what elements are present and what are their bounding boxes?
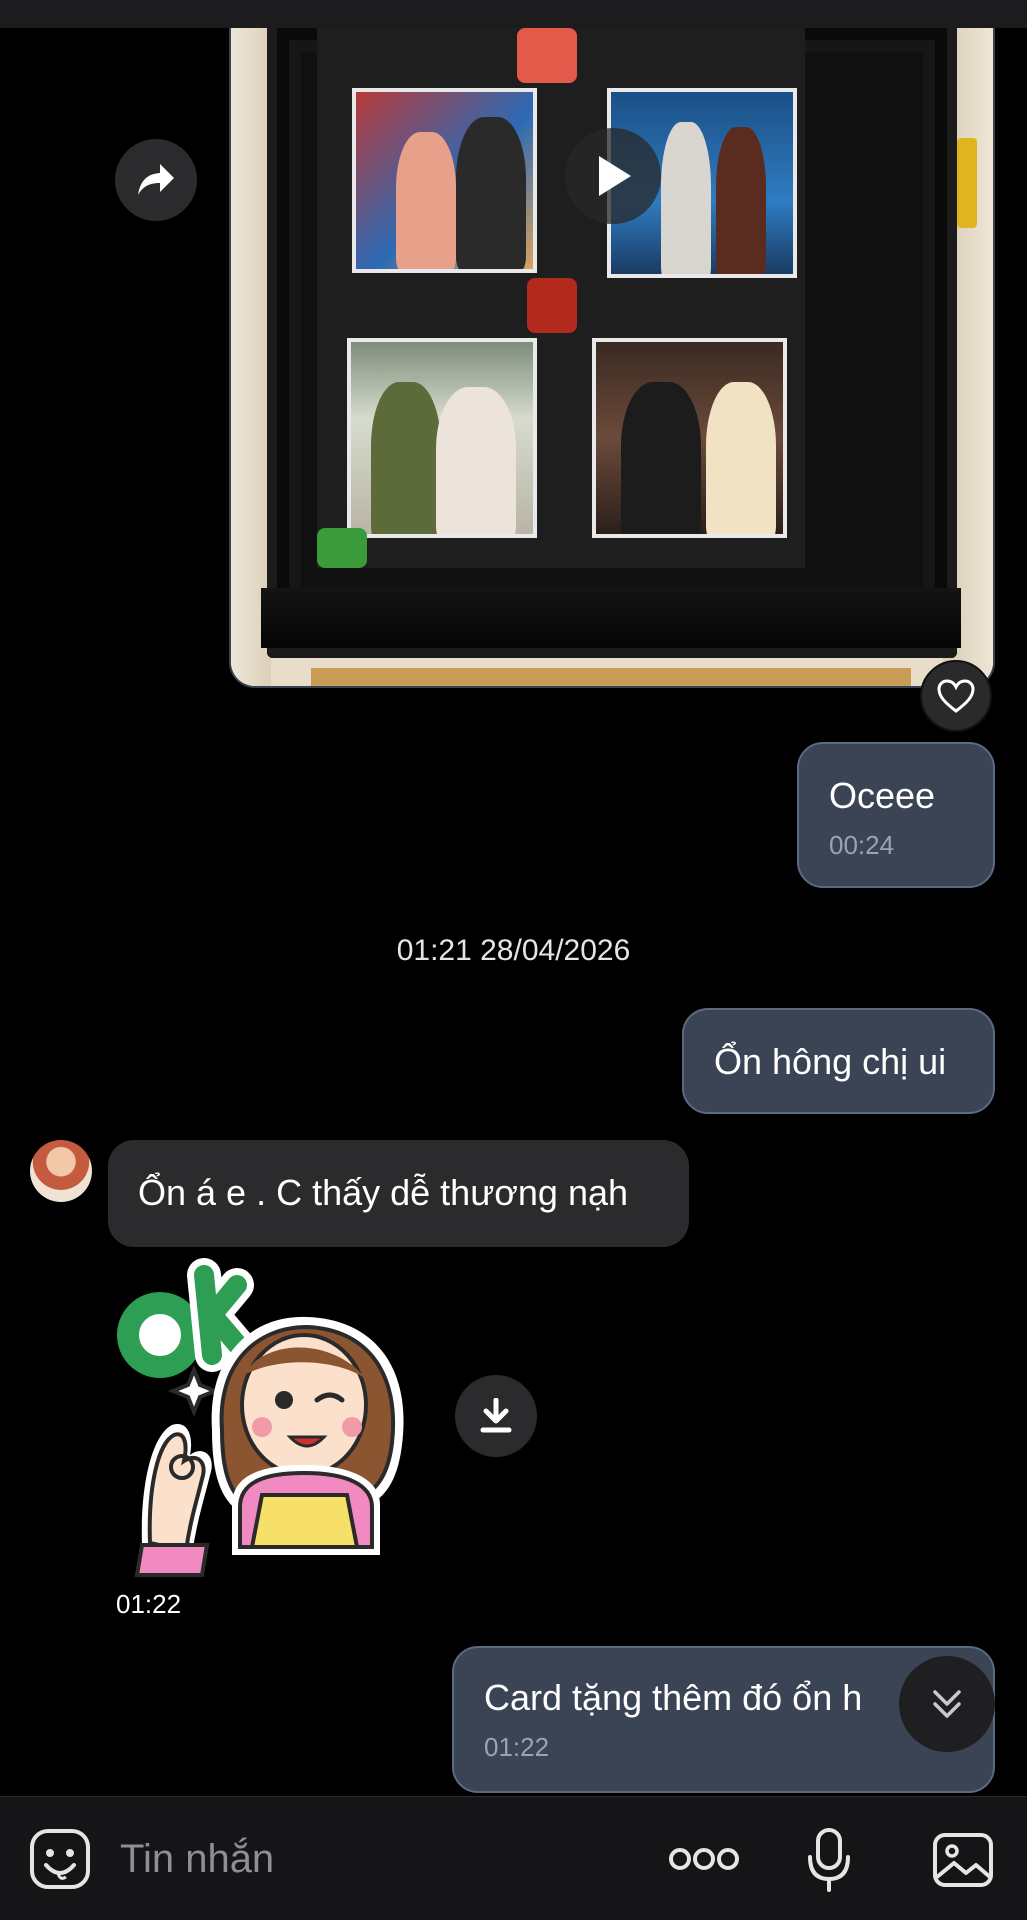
scroll-to-bottom-button[interactable] — [899, 1656, 995, 1752]
magnet-decoration — [317, 528, 367, 568]
shelf — [311, 668, 911, 686]
image-gallery-button[interactable] — [932, 1829, 994, 1889]
message-text: Ổn á e . C thấy dễ thương nạh — [138, 1172, 629, 1213]
share-forward-icon — [138, 164, 174, 195]
message-composer: Tin nhắn — [0, 1796, 1027, 1920]
sticker-time: 01:22 — [108, 1585, 190, 1624]
message-input[interactable]: Tin nhắn — [120, 1837, 274, 1882]
wall-hook — [957, 138, 977, 228]
download-icon — [480, 1398, 512, 1433]
emoji-button[interactable] — [28, 1827, 92, 1891]
outgoing-message[interactable]: Ổn hông chị ui — [682, 1008, 995, 1114]
date-divider: 01:21 28/04/2026 — [396, 934, 631, 967]
photo-thumbnail — [347, 338, 537, 538]
play-button[interactable] — [565, 128, 661, 224]
message-text: Card tặng thêm đó ổn h — [484, 1677, 863, 1718]
video-message[interactable] — [229, 28, 995, 688]
chat-screen: Oceee 00:24 01:21 28/04/2026 Ổn hông chị… — [0, 0, 1027, 1920]
play-icon — [599, 156, 631, 196]
message-text: Ổn hông chị ui — [714, 1041, 947, 1082]
forward-button[interactable] — [115, 139, 197, 221]
photo-thumbnail — [352, 88, 537, 273]
magnet-decoration — [527, 278, 577, 333]
double-chevron-down-icon — [933, 1690, 961, 1718]
more-options-button[interactable] — [668, 1839, 740, 1879]
magnet-decoration — [517, 28, 577, 83]
emoji-smile-icon — [30, 1829, 90, 1889]
react-heart-button[interactable] — [920, 660, 992, 732]
top-bar — [0, 0, 1027, 28]
photo-thumbnail — [592, 338, 787, 538]
more-dots-icon — [669, 1848, 739, 1870]
voice-message-button[interactable] — [806, 1827, 852, 1893]
message-time: 00:24 — [829, 830, 895, 860]
ok-sticker[interactable] — [112, 1255, 422, 1580]
download-sticker-button[interactable] — [455, 1375, 537, 1457]
contact-avatar[interactable] — [30, 1140, 92, 1202]
message-time: 01:22 — [484, 1732, 550, 1762]
outgoing-message[interactable]: Oceee 00:24 — [797, 742, 995, 888]
frame-backing — [317, 28, 805, 568]
message-text: Oceee — [829, 775, 936, 816]
microphone-icon — [808, 1828, 850, 1892]
frame-bottom — [261, 588, 961, 648]
heart-outline-icon — [937, 679, 975, 713]
girl-ok-sticker-image — [117, 1258, 404, 1577]
incoming-message[interactable]: Ổn á e . C thấy dễ thương nạh — [108, 1140, 689, 1247]
image-gallery-icon — [933, 1833, 993, 1887]
